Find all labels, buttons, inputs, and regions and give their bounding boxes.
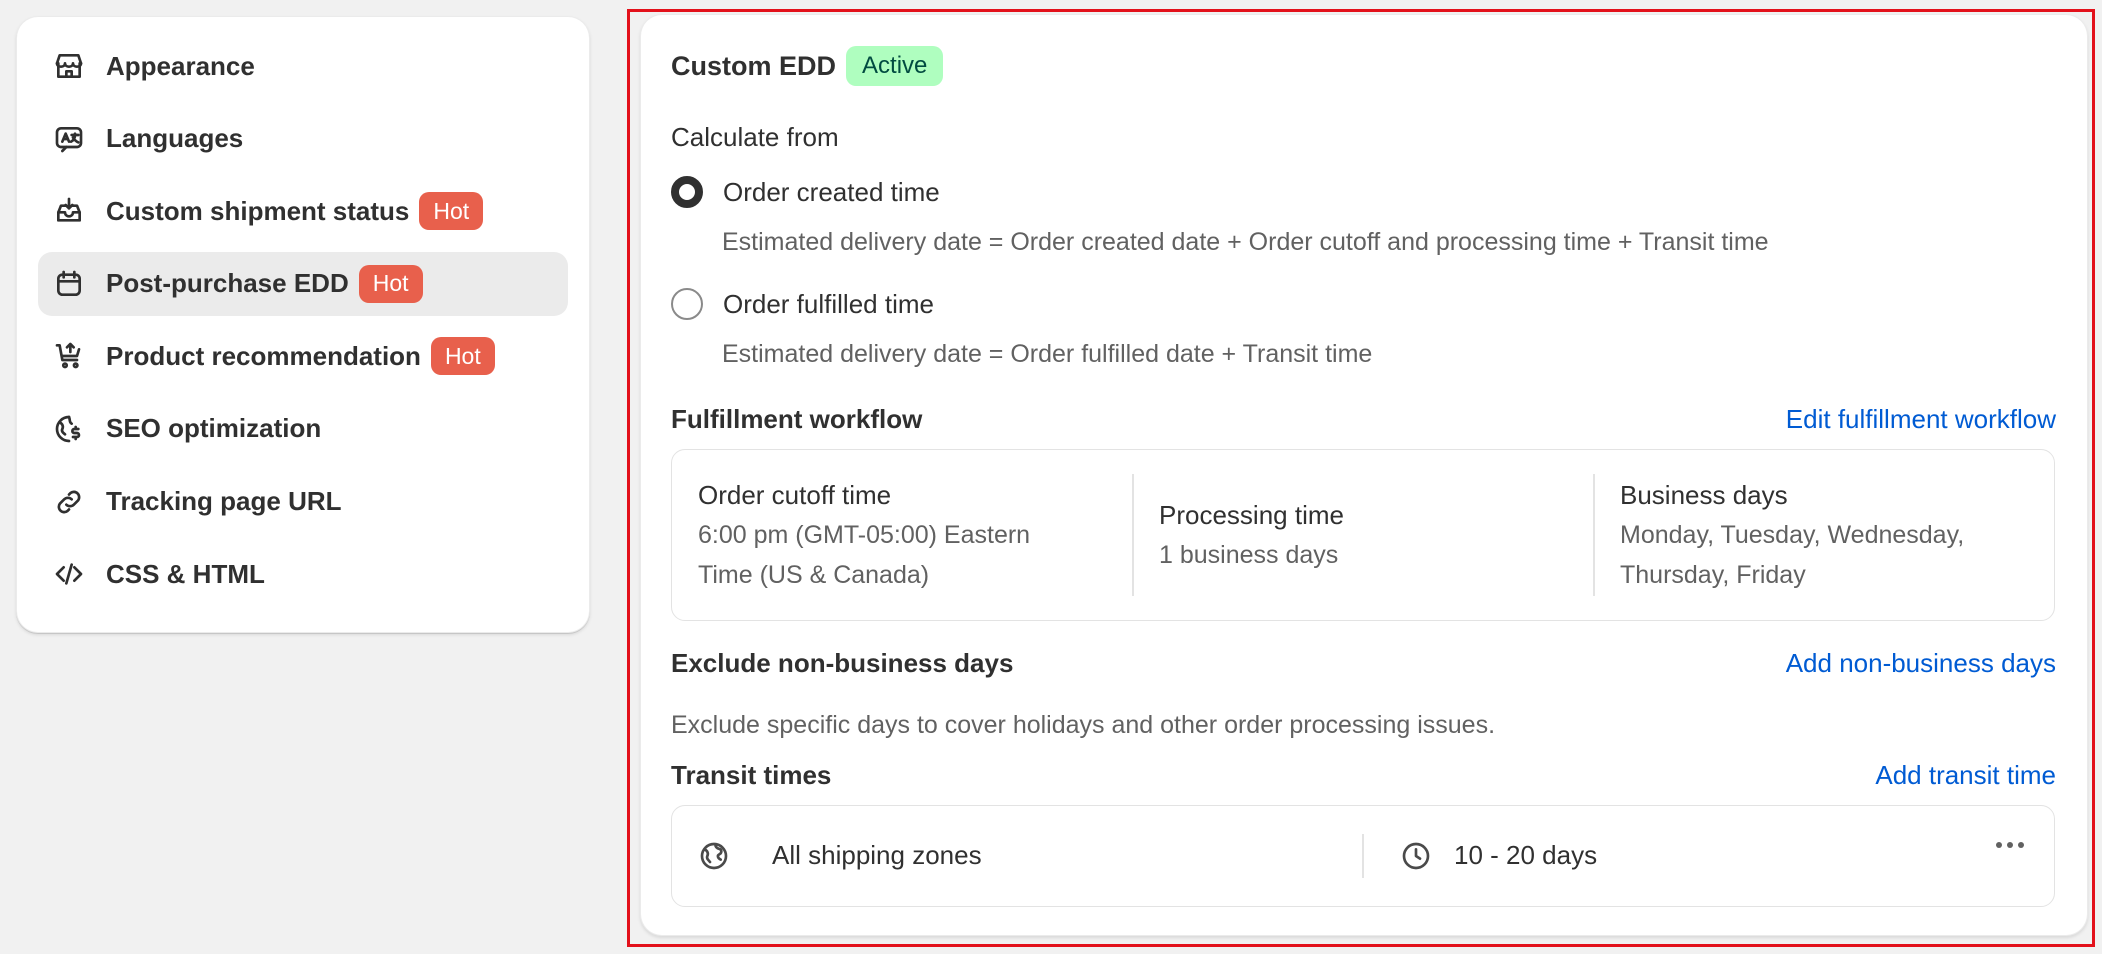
cutoff-value-line2: Time (US & Canada) (698, 561, 930, 589)
sidebar-item-label: Languages (106, 123, 244, 154)
sidebar-item-label: Custom shipment status (106, 195, 410, 226)
radio-unchecked[interactable] (671, 288, 703, 320)
business-days-value-line2: Thursday, Friday (1620, 561, 1806, 589)
sidebar-item-label: CSS & HTML (106, 558, 265, 589)
cart-icon (52, 339, 86, 373)
radio-checked[interactable] (671, 176, 703, 208)
edit-fulfillment-workflow-link[interactable]: Edit fulfillment workflow (1786, 404, 2056, 435)
business-days-title: Business days (1620, 480, 1788, 510)
transit-time-row: All shipping zones 10 - 20 days (671, 805, 2055, 907)
shipping-zone: All shipping zones (772, 840, 982, 870)
sidebar-item-tracking-page-url[interactable]: Tracking page URL (38, 470, 568, 534)
calendar-icon (52, 267, 86, 301)
link-icon (52, 485, 86, 519)
sidebar-item-css-html[interactable]: CSS & HTML (38, 542, 568, 606)
cutoff-value-line1: 6:00 pm (GMT-05:00) Eastern (698, 521, 1031, 549)
fulfillment-workflow-label: Fulfillment workflow (671, 404, 923, 434)
settings-sidebar: Appearance Languages Custom shipment sta… (16, 16, 590, 633)
order-cutoff-time: Order cutoff time 6:00 pm (GMT-05:00) Ea… (672, 450, 1132, 620)
sidebar-item-label: Product recommendation (106, 340, 421, 371)
globe-icon (698, 840, 730, 877)
exclude-description: Exclude specific days to cover holidays … (671, 711, 1496, 739)
hot-badge: Hot (430, 337, 495, 376)
transit-duration: 10 - 20 days (1454, 840, 1598, 870)
hot-badge: Hot (358, 264, 423, 303)
processing-value: 1 business days (1159, 541, 1339, 569)
hot-badge: Hot (419, 192, 484, 231)
sidebar-item-appearance[interactable]: Appearance (38, 34, 568, 98)
card-title: Custom EDD (671, 50, 837, 81)
fulfillment-workflow-summary: Order cutoff time 6:00 pm (GMT-05:00) Ea… (671, 449, 2055, 621)
processing-title: Processing time (1159, 500, 1344, 530)
sidebar-item-languages[interactable]: Languages (38, 107, 568, 171)
sidebar-item-label: Post-purchase EDD (106, 268, 349, 299)
sidebar-item-product-recommendation[interactable]: Product recommendation Hot (38, 324, 568, 388)
radio-helper-text: Estimated delivery date = Order created … (722, 228, 1769, 256)
sidebar-item-post-purchase-edd[interactable]: Post-purchase EDD Hot (38, 251, 568, 316)
exclude-non-business-days-label: Exclude non-business days (671, 648, 1014, 678)
inbox-icon (52, 194, 86, 228)
globe-dollar-icon (52, 412, 86, 446)
add-transit-time-link[interactable]: Add transit time (1875, 760, 2056, 791)
clock-icon (1400, 840, 1432, 877)
radio-order-fulfilled-time[interactable]: Order fulfilled time (671, 288, 934, 320)
more-actions-icon[interactable] (1996, 842, 2024, 848)
cutoff-title: Order cutoff time (698, 480, 892, 510)
sidebar-item-seo-optimization[interactable]: SEO optimization (38, 397, 568, 461)
radio-helper-text: Estimated delivery date = Order fulfille… (722, 340, 1373, 368)
custom-edd-card: Custom EDD Active Calculate from Order c… (640, 14, 2088, 936)
translate-icon (52, 122, 86, 156)
calculate-from-label: Calculate from (671, 122, 839, 152)
status-badge: Active (846, 46, 944, 86)
radio-label: Order fulfilled time (723, 288, 934, 319)
transit-times-label: Transit times (671, 760, 832, 790)
business-days-value-line1: Monday, Tuesday, Wednesday, (1620, 521, 1965, 549)
business-days: Business days Monday, Tuesday, Wednesday… (1594, 450, 2054, 620)
sidebar-item-label: Tracking page URL (106, 486, 342, 517)
sidebar-item-label: Appearance (106, 50, 255, 81)
code-icon (52, 557, 86, 591)
divider (1362, 834, 1364, 878)
add-non-business-days-link[interactable]: Add non-business days (1786, 648, 2056, 679)
store-icon (52, 49, 86, 83)
processing-time: Processing time 1 business days (1133, 450, 1593, 620)
card-header: Custom EDD Active (671, 46, 944, 86)
sidebar-item-label: SEO optimization (106, 413, 322, 444)
sidebar-item-custom-shipment-status[interactable]: Custom shipment status Hot (38, 179, 568, 243)
radio-order-created-time[interactable]: Order created time (671, 176, 940, 208)
radio-label: Order created time (723, 176, 940, 207)
